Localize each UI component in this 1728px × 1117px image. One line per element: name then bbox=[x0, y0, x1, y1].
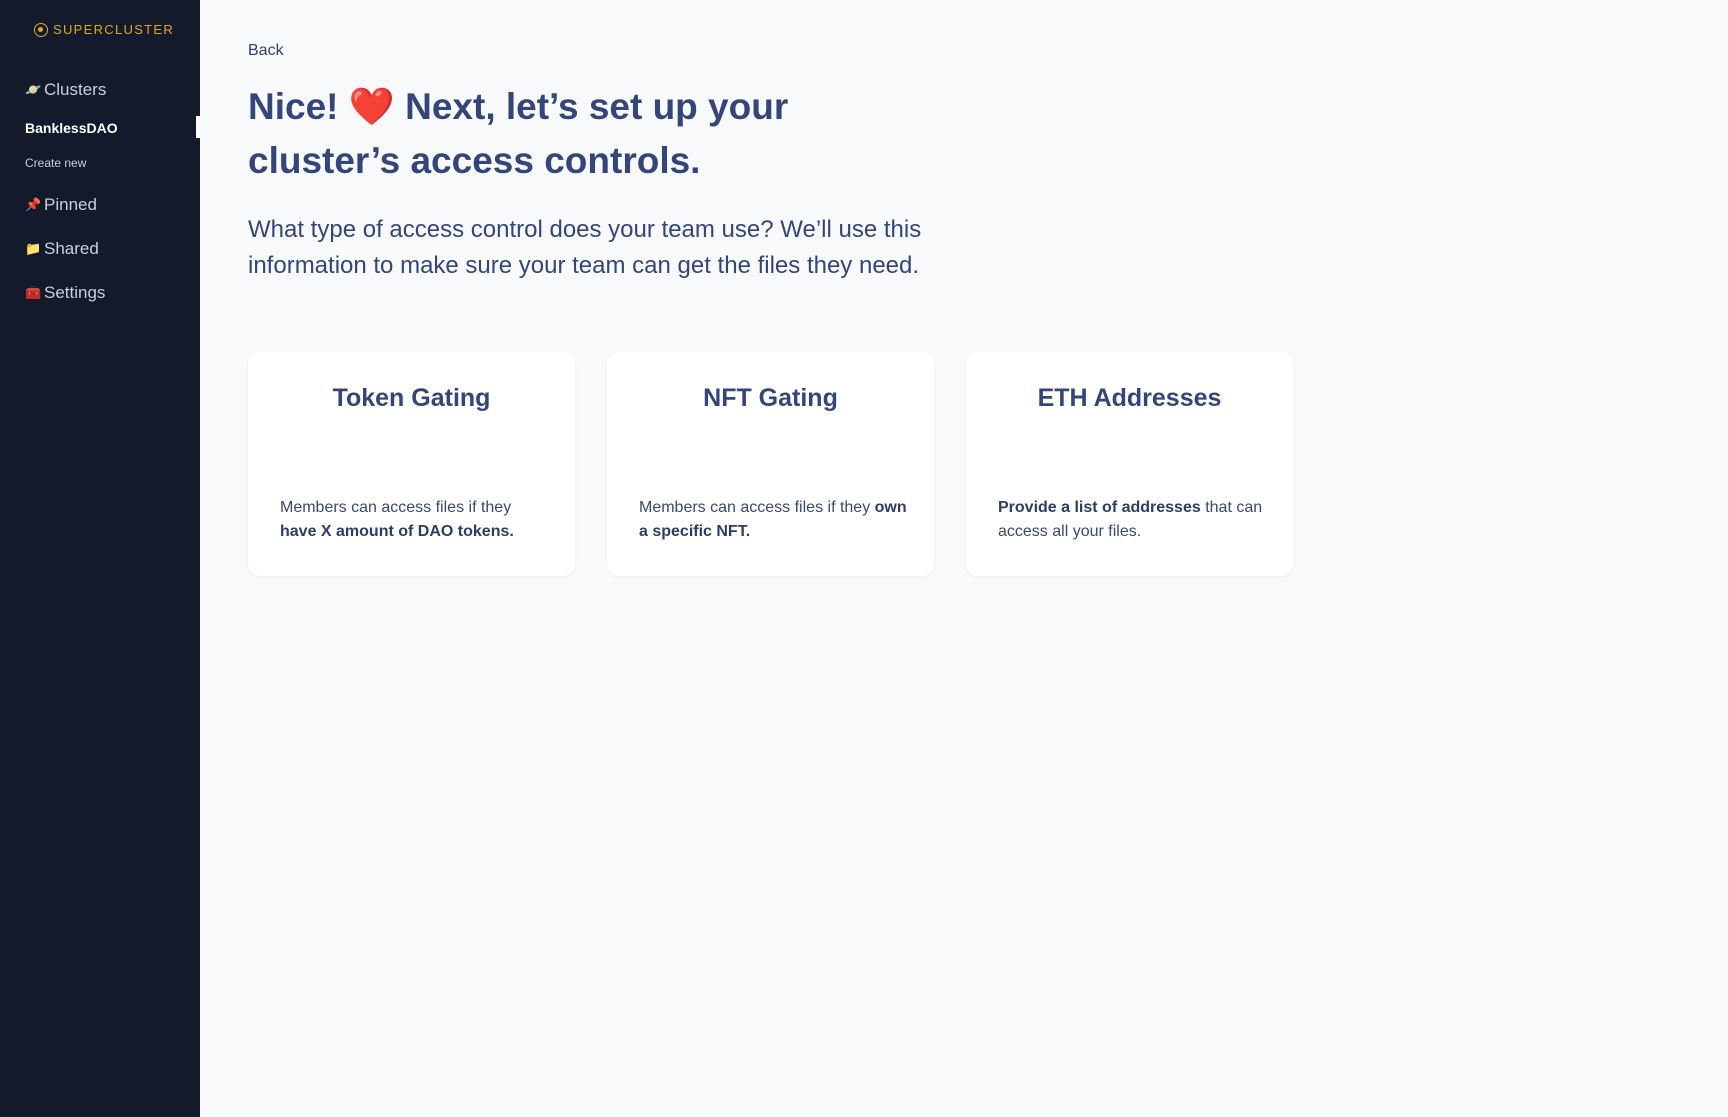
folder-icon: 📁 bbox=[25, 241, 42, 256]
active-indicator bbox=[196, 116, 200, 138]
back-link[interactable]: Back bbox=[248, 42, 284, 60]
sidebar-item-label: Settings bbox=[44, 283, 106, 302]
sidebar-item-label: Shared bbox=[44, 239, 99, 258]
brand-logo-link[interactable]: SUPERCLUSTER bbox=[34, 22, 174, 37]
sidebar-item-pinned[interactable]: 📌 Pinned bbox=[25, 195, 97, 215]
page-title: Nice! ❤️ Next, let’s set up your cluster… bbox=[248, 80, 868, 188]
pushpin-icon: 📌 bbox=[25, 197, 42, 212]
card-title: NFT Gating bbox=[703, 384, 838, 412]
eth-addresses-card[interactable]: ETH Addresses Provide a list of addresse… bbox=[966, 352, 1293, 576]
brand-name: SUPERCLUSTER bbox=[53, 22, 175, 37]
card-title: ETH Addresses bbox=[1037, 384, 1222, 412]
create-new-cluster-link[interactable]: Create new bbox=[25, 156, 86, 170]
heart-icon: ❤️ bbox=[348, 86, 395, 127]
card-desc-emphasis: Provide a list of addresses bbox=[998, 499, 1201, 516]
sidebar-item-bankless-dao[interactable]: BanklessDAO bbox=[25, 120, 118, 136]
nft-gating-card[interactable]: NFT Gating Members can access files if t… bbox=[607, 352, 934, 576]
card-description: Members can access files if they own a s… bbox=[639, 496, 909, 544]
toolbox-icon: 🧰 bbox=[25, 285, 42, 300]
sidebar: SUPERCLUSTER 🪐 Clusters BanklessDAO Crea… bbox=[0, 0, 200, 1117]
card-desc-emphasis: have X amount of DAO tokens. bbox=[280, 523, 514, 540]
card-title: Token Gating bbox=[332, 384, 491, 412]
card-description: Members can access files if they have X … bbox=[280, 496, 550, 544]
planet-icon: 🪐 bbox=[25, 82, 42, 97]
sidebar-item-label: Clusters bbox=[44, 80, 107, 99]
sidebar-item-settings[interactable]: 🧰 Settings bbox=[25, 283, 105, 303]
card-description: Provide a list of addresses that can acc… bbox=[998, 496, 1268, 544]
sidebar-item-clusters[interactable]: 🪐 Clusters bbox=[25, 80, 106, 100]
page-subtitle: What type of access control does your te… bbox=[248, 216, 922, 279]
card-desc-text: Members can access files if they bbox=[639, 499, 875, 516]
title-text-start: Nice! bbox=[248, 86, 349, 127]
card-desc-text: Members can access files if they bbox=[280, 499, 512, 516]
sidebar-item-label: Pinned bbox=[44, 195, 97, 214]
supercluster-logo-icon bbox=[34, 22, 48, 37]
token-gating-card[interactable]: Token Gating Members can access files if… bbox=[248, 352, 575, 576]
sidebar-item-shared[interactable]: 📁 Shared bbox=[25, 239, 99, 259]
